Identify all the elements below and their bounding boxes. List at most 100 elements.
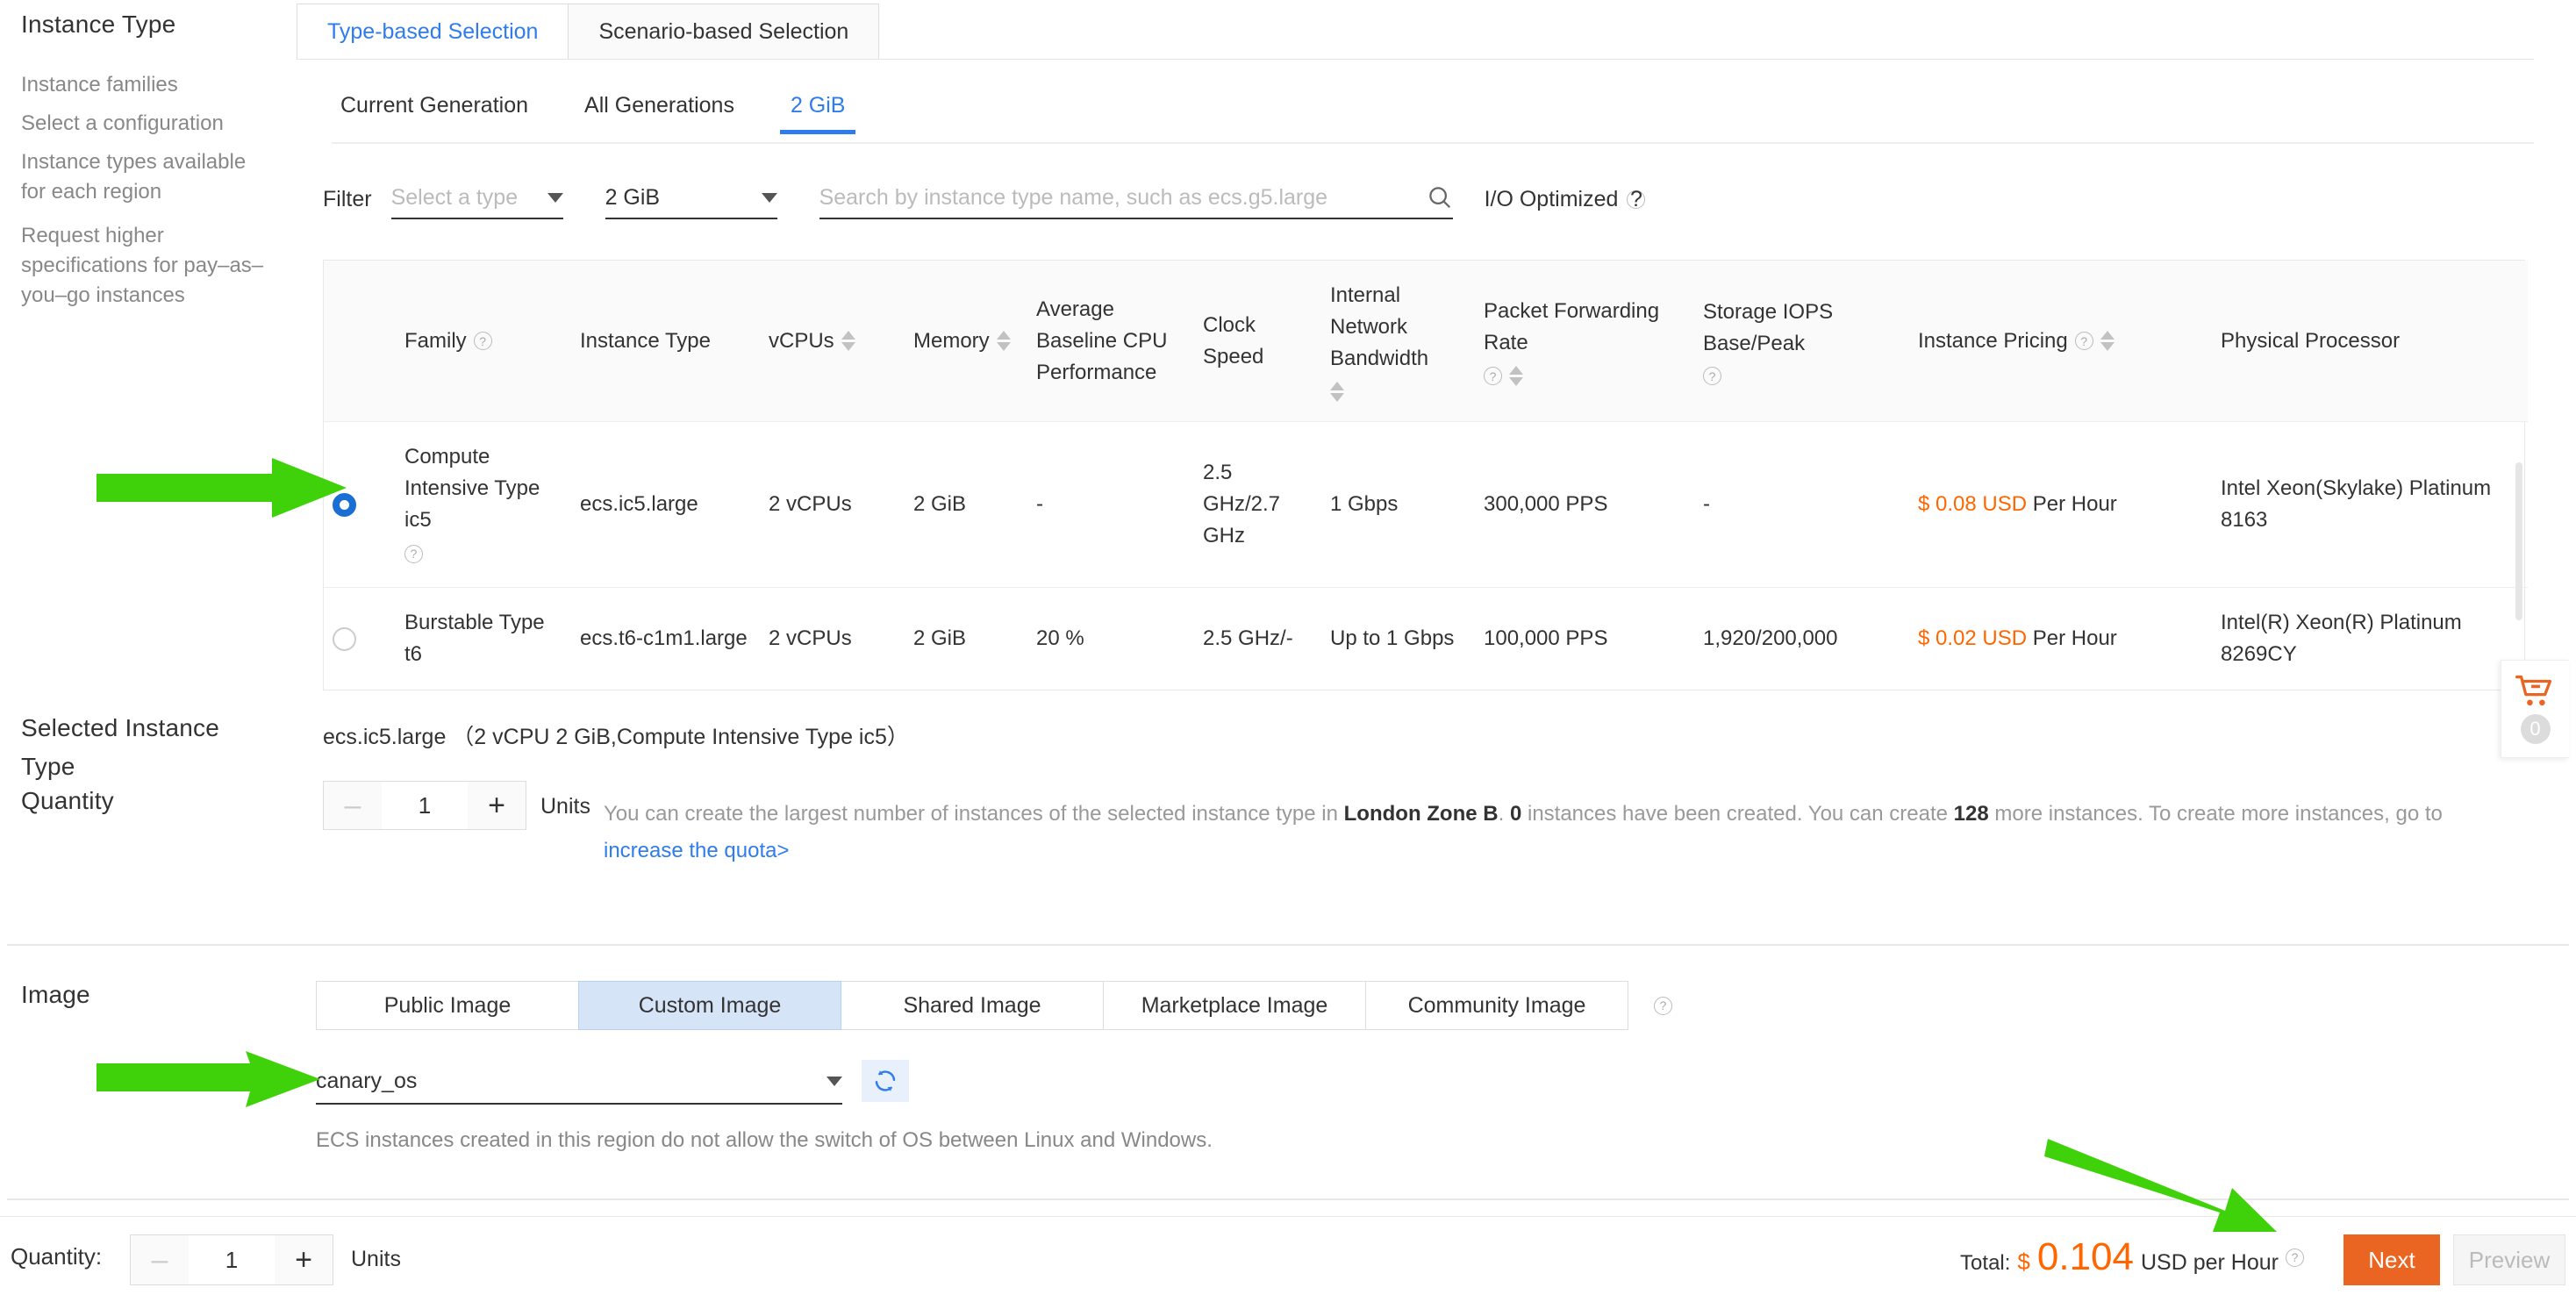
subtab-current-generation[interactable]: Current Generation	[340, 84, 528, 134]
th-vcpus[interactable]: vCPUs	[760, 261, 905, 422]
subtab-all-generations[interactable]: All Generations	[584, 84, 734, 134]
chevron-down-icon	[761, 193, 777, 203]
help-icon[interactable]: ?	[1484, 367, 1502, 385]
sidebar-link-select-configuration[interactable]: Select a configuration	[21, 109, 275, 139]
help-icon[interactable]: ?	[473, 332, 492, 350]
sort-icon[interactable]	[1330, 382, 1344, 402]
image-tab-custom-image[interactable]: Custom Image	[578, 981, 841, 1030]
th-packet-forwarding-rate[interactable]: Packet Forwarding Rate ?	[1475, 261, 1694, 422]
cell-physical-processor: Intel(R) Xeon(R) Platinum 8269CY	[2221, 611, 2462, 666]
selected-instance-type-label: Selected Instance Type	[21, 709, 284, 786]
table-row[interactable]: Compute Intensive Type ic5 ? ecs.ic5.lar…	[324, 421, 2528, 588]
memory-filter-select[interactable]: 2 GiB	[605, 182, 777, 219]
table-scrollbar[interactable]	[2515, 462, 2522, 620]
preview-button: Preview	[2453, 1234, 2565, 1285]
th-label: Packet Forwarding Rate	[1484, 299, 1660, 354]
tab-label: Type-based Selection	[327, 18, 539, 44]
search-input[interactable]	[819, 184, 1381, 211]
cell-instance-type: ecs.t6-c1m1.large	[580, 626, 748, 650]
cell-storage-iops: 1,920/200,000	[1703, 626, 1838, 650]
table-row[interactable]: Burstable Type t6 ecs.t6-c1m1.large 2 vC…	[324, 588, 2528, 690]
footer-quantity-decrement-button[interactable]: –	[131, 1235, 189, 1284]
quantity-value[interactable]: 1	[382, 782, 468, 829]
refresh-image-list-button[interactable]	[862, 1060, 909, 1102]
image-tab-public-image[interactable]: Public Image	[316, 981, 579, 1030]
image-tab-shared-image[interactable]: Shared Image	[841, 981, 1104, 1030]
tab-scenario-based-selection[interactable]: Scenario-based Selection	[568, 4, 880, 60]
quantity-decrement-button[interactable]: –	[324, 782, 382, 829]
next-button[interactable]: Next	[2343, 1234, 2440, 1285]
instance-type-table-container: Family ? Instance Type vCPUs Memory Aver…	[323, 260, 2528, 690]
quantity-label: Quantity	[21, 787, 114, 814]
help-icon[interactable]: ?	[2074, 332, 2093, 350]
image-tab-label: Shared Image	[903, 992, 1041, 1018]
total-price-group: Total: $ 0.104 USD per Hour ?	[1960, 1238, 2304, 1277]
sort-icon[interactable]	[841, 331, 855, 351]
type-filter-select[interactable]: Select a type	[390, 182, 563, 219]
cart-widget[interactable]: 0	[2501, 660, 2569, 758]
search-icon[interactable]	[1427, 184, 1453, 211]
image-tab-label: Public Image	[383, 992, 512, 1018]
increase-quota-link[interactable]: increase the quota>	[604, 839, 790, 862]
total-amount: 0.104	[2036, 1235, 2134, 1278]
help-icon[interactable]: ?	[1703, 367, 1721, 385]
th-label: Memory	[913, 328, 990, 353]
hint-part2: .	[1498, 802, 1510, 826]
cell-instance-pricing: $ 0.02 USD Per Hour	[1909, 588, 2212, 690]
row-radio-selected[interactable]	[333, 492, 356, 517]
custom-image-select[interactable]: canary_os	[316, 1065, 842, 1105]
cell-avg-baseline-cpu: 20 %	[1036, 626, 1084, 650]
subtab-label: All Generations	[584, 93, 734, 118]
cell-internal-bandwidth: Up to 1 Gbps	[1330, 626, 1455, 650]
hint-created-count: 0	[1509, 802, 1522, 826]
cart-count-badge: 0	[2520, 714, 2551, 744]
th-memory[interactable]: Memory	[905, 261, 1027, 422]
quantity-increment-button[interactable]: +	[468, 782, 526, 829]
quantity-units-label: Units	[540, 794, 590, 819]
tab-type-based-selection[interactable]: Type-based Selection	[297, 4, 569, 60]
search-box	[819, 181, 1453, 219]
custom-image-value: canary_os	[316, 1069, 418, 1093]
th-instance-pricing[interactable]: Instance Pricing ?	[1909, 261, 2212, 422]
image-tab-label: Custom Image	[638, 992, 782, 1018]
help-icon[interactable]: ?	[2286, 1248, 2304, 1267]
sort-icon[interactable]	[1509, 366, 1523, 386]
row-radio[interactable]	[333, 626, 356, 651]
help-icon[interactable]: ?	[1654, 996, 1672, 1015]
hint-part3: instances have been created. You can cre…	[1521, 802, 1954, 826]
selection-mode-tabs: Type-based Selection Scenario-based Sele…	[297, 4, 880, 60]
th-internal-network-bandwidth[interactable]: Internal Network Bandwidth	[1321, 261, 1475, 422]
io-optimized-label-group: I/O Optimized ?	[1485, 187, 1655, 219]
cell-internal-bandwidth: 1 Gbps	[1321, 421, 1475, 588]
sidebar-link-instance-types-available[interactable]: Instance types available for each region	[21, 147, 275, 207]
memory-filter-value: 2 GiB	[605, 185, 661, 210]
footer-quantity-increment-button[interactable]: +	[275, 1235, 333, 1284]
subtab-label: Current Generation	[340, 93, 529, 118]
th-label: Internal Network Bandwidth	[1330, 283, 1429, 370]
price-amount: $ 0.02 USD	[1918, 626, 2028, 650]
help-icon[interactable]: ?	[1627, 189, 1646, 211]
sidebar-link-instance-families[interactable]: Instance families	[21, 70, 275, 100]
footer-quantity-value[interactable]: 1	[189, 1235, 275, 1284]
hint-part1: You can create the largest number of ins…	[604, 802, 1344, 826]
cell-storage-iops: -	[1694, 421, 1909, 588]
th-label: Instance Type	[580, 328, 711, 353]
help-icon[interactable]: ?	[404, 544, 423, 563]
image-tab-community-image[interactable]: Community Image	[1365, 981, 1628, 1030]
image-tab-marketplace-image[interactable]: Marketplace Image	[1103, 981, 1366, 1030]
th-label: Physical Processor	[2221, 328, 2401, 353]
sidebar-link-request-higher-specs[interactable]: Request higher specifications for pay–as…	[21, 221, 275, 311]
th-average-baseline-cpu-performance: Average Baseline CPU Performance	[1027, 261, 1194, 422]
selected-label-line1: Selected Instance	[21, 714, 219, 741]
footer-quantity-stepper: – 1 +	[130, 1234, 333, 1285]
subtab-2-gib[interactable]: 2 GiB	[780, 84, 855, 134]
sort-icon[interactable]	[996, 331, 1011, 351]
family-name: Compute Intensive Type ic5	[404, 445, 540, 532]
price-suffix: Per Hour	[2032, 626, 2117, 650]
image-tab-label: Marketplace Image	[1141, 992, 1328, 1018]
cell-memory: 2 GiB	[913, 626, 967, 650]
image-tab-label: Community Image	[1407, 992, 1586, 1018]
th-select	[324, 261, 396, 422]
th-label: vCPUs	[769, 328, 834, 353]
sort-icon[interactable]	[2100, 331, 2114, 351]
